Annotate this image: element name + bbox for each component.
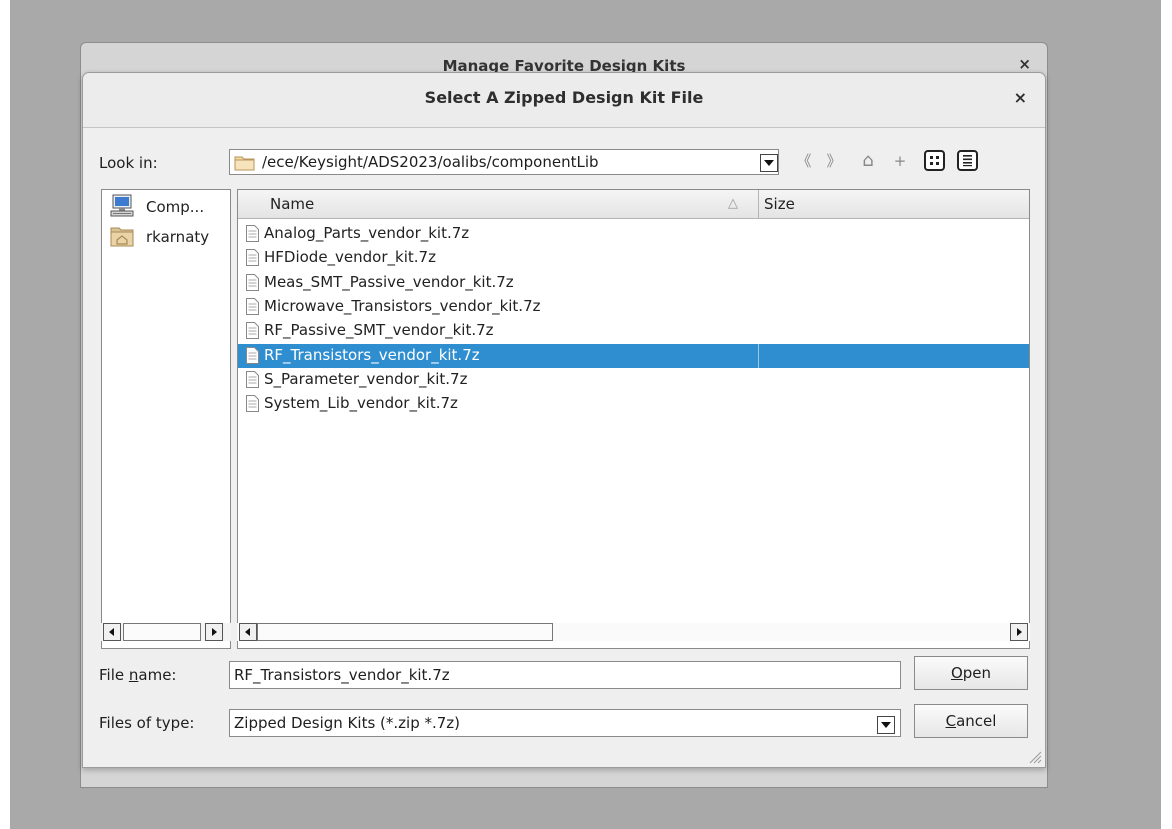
screen-right-edge	[1161, 0, 1172, 829]
places-sidebar: Comp... rkarnaty	[101, 189, 231, 649]
file-name: HFDiode_vendor_kit.7z	[264, 248, 436, 267]
close-icon[interactable]: ×	[1014, 88, 1027, 107]
resize-grip-icon[interactable]	[1028, 750, 1042, 764]
scrollbar-thumb[interactable]	[257, 623, 553, 641]
scroll-right-arrow-icon[interactable]	[205, 623, 223, 641]
cancel-button[interactable]: Cancel	[914, 704, 1028, 738]
background-dialog-close-icon[interactable]: ×	[1018, 55, 1031, 73]
file-icon	[246, 273, 259, 291]
file-icon	[246, 346, 259, 364]
file-type-select[interactable]: Zipped Design Kits (*.zip *.7z)	[229, 709, 901, 737]
file-name-input[interactable]: RF_Transistors_vendor_kit.7z	[229, 661, 901, 689]
forward-icon[interactable]: 》	[823, 149, 845, 173]
column-divider	[758, 343, 759, 368]
folder-icon	[234, 156, 255, 171]
file-row[interactable]: S_Parameter_vendor_kit.7z	[238, 368, 1029, 392]
open-button[interactable]: Open	[914, 656, 1028, 690]
file-icon	[246, 370, 259, 388]
new-folder-icon[interactable]: +	[889, 149, 911, 173]
sidebar-horizontal-scrollbar[interactable]	[101, 623, 231, 641]
column-divider[interactable]	[758, 190, 759, 218]
home-folder-icon	[110, 227, 134, 247]
file-name: Analog_Parts_vendor_kit.7z	[264, 224, 470, 242]
file-row[interactable]: Microwave_Transistors_vendor_kit.7z	[238, 295, 1029, 319]
file-type-label: Files of type:	[99, 714, 195, 732]
look-in-label: Look in:	[99, 154, 158, 172]
file-icon	[246, 395, 259, 413]
look-in-dropdown-arrow-icon[interactable]	[760, 154, 778, 172]
file-row[interactable]: HFDiode_vendor_kit.7z	[238, 246, 1029, 270]
scrollbar-thumb[interactable]	[123, 623, 201, 641]
file-type-value: Zipped Design Kits (*.zip *.7z)	[234, 714, 461, 732]
scroll-left-arrow-icon[interactable]	[103, 623, 121, 641]
parent-directory-icon[interactable]: ⌂	[857, 149, 879, 173]
scroll-right-arrow-icon[interactable]	[1010, 623, 1028, 641]
column-header-name[interactable]: Name	[270, 195, 314, 213]
sort-indicator-icon: △	[728, 196, 738, 211]
file-name: System_Lib_vendor_kit.7z	[264, 394, 458, 413]
file-row[interactable]: RF_Transistors_vendor_kit.7z	[238, 343, 1029, 368]
screen-left-edge	[0, 0, 10, 829]
file-name-label: File name:	[99, 666, 177, 684]
file-list-horizontal-scrollbar[interactable]	[237, 623, 1030, 641]
title-bar: Select A Zipped Design Kit File ×	[83, 73, 1045, 128]
file-name: S_Parameter_vendor_kit.7z	[264, 369, 468, 388]
sidebar-item-label: Comp...	[146, 198, 205, 216]
look-in-path: /ece/Keysight/ADS2023/oalibs/componentLi…	[262, 153, 599, 171]
file-row[interactable]: Analog_Parts_vendor_kit.7z	[238, 222, 1029, 246]
file-name-value: RF_Transistors_vendor_kit.7z	[234, 666, 450, 684]
sidebar-item-label: rkarnaty	[146, 228, 210, 246]
list-header: Name △ Size	[238, 190, 1029, 219]
file-row[interactable]: System_Lib_vendor_kit.7z	[238, 392, 1029, 416]
file-name: Meas_SMT_Passive_vendor_kit.7z	[264, 272, 514, 291]
file-row[interactable]: RF_Passive_SMT_vendor_kit.7z	[238, 319, 1029, 343]
file-icon	[246, 322, 259, 340]
detail-view-icon[interactable]	[924, 150, 945, 171]
file-row[interactable]: Meas_SMT_Passive_vendor_kit.7z	[238, 271, 1029, 295]
back-icon[interactable]: 《	[793, 149, 815, 173]
file-dialog: Select A Zipped Design Kit File × Look i…	[82, 72, 1046, 768]
file-type-dropdown-arrow-icon[interactable]	[877, 716, 895, 734]
file-icon	[246, 249, 259, 267]
dialog-title: Select A Zipped Design Kit File	[424, 88, 704, 107]
look-in-combobox[interactable]: /ece/Keysight/ADS2023/oalibs/componentLi…	[229, 149, 779, 175]
column-header-size[interactable]: Size	[764, 195, 795, 213]
file-name: RF_Transistors_vendor_kit.7z	[264, 345, 480, 364]
file-icon	[246, 297, 259, 315]
list-view-icon[interactable]	[957, 150, 978, 171]
computer-icon	[110, 194, 134, 217]
file-name: RF_Passive_SMT_vendor_kit.7z	[264, 321, 494, 340]
file-icon	[246, 225, 259, 242]
file-name: Microwave_Transistors_vendor_kit.7z	[264, 296, 541, 315]
file-list: Name △ Size Analog_Parts_vendor_kit.7z HF…	[237, 189, 1030, 649]
scroll-left-arrow-icon[interactable]	[239, 623, 257, 641]
